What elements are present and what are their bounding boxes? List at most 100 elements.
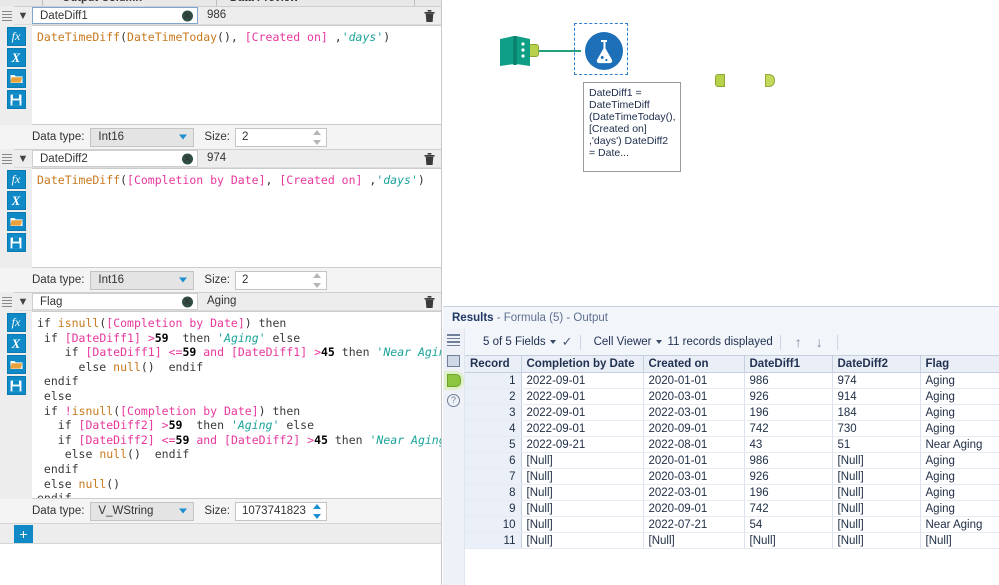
table-cell[interactable]: Near Aging	[920, 437, 999, 453]
table-cell[interactable]: 986	[744, 453, 832, 469]
table-cell[interactable]: [Null]	[920, 533, 999, 549]
data-type-select[interactable]: V_WString	[90, 502, 194, 521]
clear-icon[interactable]: ✕	[182, 10, 193, 21]
table-cell[interactable]: 2020-03-01	[643, 389, 744, 405]
help-icon[interactable]: ?	[447, 394, 460, 407]
formula-output-anchor[interactable]	[765, 74, 775, 87]
table-cell[interactable]: 196	[744, 485, 832, 501]
table-cell[interactable]: 2022-09-01	[521, 405, 643, 421]
table-cell[interactable]: [Null]	[521, 501, 643, 517]
save-disk-icon[interactable]	[7, 376, 26, 395]
table-cell[interactable]: 926	[744, 469, 832, 485]
clear-icon[interactable]: ✕	[182, 153, 193, 164]
workflow-canvas[interactable]: DateDiff1 = DateTimeDiff (DateTimeToday(…	[443, 0, 999, 306]
table-cell[interactable]: 742	[744, 421, 832, 437]
drag-handle-icon[interactable]	[0, 292, 14, 311]
table-cell[interactable]: [Null]	[521, 453, 643, 469]
data-type-select[interactable]: Int16	[90, 271, 194, 290]
record-number-cell[interactable]: 10	[465, 517, 521, 533]
table-row[interactable]: 9[Null]2020-09-01742[Null]Aging	[465, 501, 999, 517]
column-header[interactable]: Flag	[920, 356, 999, 373]
table-cell[interactable]: 184	[832, 405, 920, 421]
scroll-up-arrow-icon[interactable]: ↑	[788, 334, 809, 350]
data-list-icon[interactable]	[446, 334, 461, 348]
fx-icon[interactable]: fx	[7, 313, 26, 332]
open-folder-icon[interactable]	[7, 69, 26, 88]
table-cell[interactable]: 2022-09-01	[521, 389, 643, 405]
clear-icon[interactable]: ✕	[182, 296, 193, 307]
table-cell[interactable]: [Null]	[832, 469, 920, 485]
table-cell[interactable]: 51	[832, 437, 920, 453]
table-row[interactable]: 10[Null]2022-07-2154[Null]Near Aging	[465, 517, 999, 533]
layout-view-icon[interactable]	[447, 355, 460, 367]
record-number-cell[interactable]: 2	[465, 389, 521, 405]
stepper-arrows-icon[interactable]	[310, 273, 324, 288]
table-cell[interactable]: 974	[832, 373, 920, 389]
variable-icon[interactable]: X	[7, 48, 26, 67]
collapse-chevron-icon[interactable]: ▼	[14, 6, 32, 25]
record-number-cell[interactable]: 6	[465, 453, 521, 469]
record-number-cell[interactable]: 4	[465, 421, 521, 437]
table-row[interactable]: 6[Null]2020-01-01986[Null]Aging	[465, 453, 999, 469]
cell-viewer-selector[interactable]: Cell Viewer	[588, 336, 668, 348]
table-row[interactable]: 11[Null][Null][Null][Null][Null]	[465, 533, 999, 549]
table-cell[interactable]: 926	[744, 389, 832, 405]
table-cell[interactable]: [Null]	[521, 469, 643, 485]
results-grid-container[interactable]: RecordCompletion by DateCreated onDateDi…	[465, 355, 999, 585]
record-number-cell[interactable]: 3	[465, 405, 521, 421]
table-cell[interactable]: 2022-09-21	[521, 437, 643, 453]
drag-handle-icon[interactable]	[0, 149, 14, 168]
output-anchor-icon[interactable]	[447, 374, 461, 387]
record-number-cell[interactable]: 8	[465, 485, 521, 501]
column-header[interactable]: Completion by Date	[521, 356, 643, 373]
table-cell[interactable]: 2022-09-01	[521, 373, 643, 389]
output-column-input[interactable]: DateDiff1✕	[32, 7, 198, 24]
variable-icon[interactable]: X	[7, 191, 26, 210]
formula-expression-editor[interactable]: if isnull([Completion by Date]) then if …	[32, 311, 442, 499]
collapse-chevron-icon[interactable]: ▼	[14, 292, 32, 311]
table-row[interactable]: 52022-09-212022-08-014351Near Aging	[465, 437, 999, 453]
table-cell[interactable]: [Null]	[521, 485, 643, 501]
table-cell[interactable]: Aging	[920, 389, 999, 405]
stepper-arrows-icon[interactable]	[310, 504, 324, 519]
table-cell[interactable]: 54	[744, 517, 832, 533]
table-cell[interactable]: 2020-01-01	[643, 453, 744, 469]
table-cell[interactable]: 2020-03-01	[643, 469, 744, 485]
table-cell[interactable]: [Null]	[832, 485, 920, 501]
record-number-cell[interactable]: 5	[465, 437, 521, 453]
table-cell[interactable]: 2022-03-01	[643, 405, 744, 421]
check-icon[interactable]: ✓	[562, 334, 573, 350]
table-cell[interactable]: Aging	[920, 453, 999, 469]
table-cell[interactable]: [Null]	[643, 533, 744, 549]
size-stepper[interactable]: 2	[235, 128, 327, 147]
table-cell[interactable]: 2022-09-01	[521, 421, 643, 437]
fx-icon[interactable]: fx	[7, 170, 26, 189]
table-cell[interactable]: [Null]	[832, 517, 920, 533]
save-disk-icon[interactable]	[7, 233, 26, 252]
table-cell[interactable]: 730	[832, 421, 920, 437]
scroll-down-arrow-icon[interactable]: ↓	[809, 334, 830, 350]
variable-icon[interactable]: X	[7, 334, 26, 353]
table-cell[interactable]: 2020-09-01	[643, 421, 744, 437]
table-cell[interactable]: Aging	[920, 373, 999, 389]
table-cell[interactable]: 986	[744, 373, 832, 389]
table-cell[interactable]: 742	[744, 501, 832, 517]
record-number-cell[interactable]: 11	[465, 533, 521, 549]
add-column-button[interactable]: +	[14, 525, 33, 543]
stepper-arrows-icon[interactable]	[310, 130, 324, 145]
data-type-select[interactable]: Int16	[90, 128, 194, 147]
table-cell[interactable]: 2020-01-01	[643, 373, 744, 389]
table-cell[interactable]: Aging	[920, 405, 999, 421]
table-row[interactable]: 12022-09-012020-01-01986974Aging	[465, 373, 999, 389]
table-cell[interactable]: [Null]	[521, 533, 643, 549]
open-folder-icon[interactable]	[7, 355, 26, 374]
drag-handle-icon[interactable]	[0, 6, 14, 25]
table-cell[interactable]: 2022-07-21	[643, 517, 744, 533]
input-data-tool-node[interactable]	[498, 34, 532, 68]
formula-expression-editor[interactable]: DateTimeDiff([Completion by Date], [Crea…	[32, 168, 442, 268]
save-disk-icon[interactable]	[7, 90, 26, 109]
table-cell[interactable]: 2020-09-01	[643, 501, 744, 517]
table-cell[interactable]: 2022-03-01	[643, 485, 744, 501]
table-cell[interactable]: Aging	[920, 421, 999, 437]
delete-formula-button[interactable]	[416, 9, 442, 23]
